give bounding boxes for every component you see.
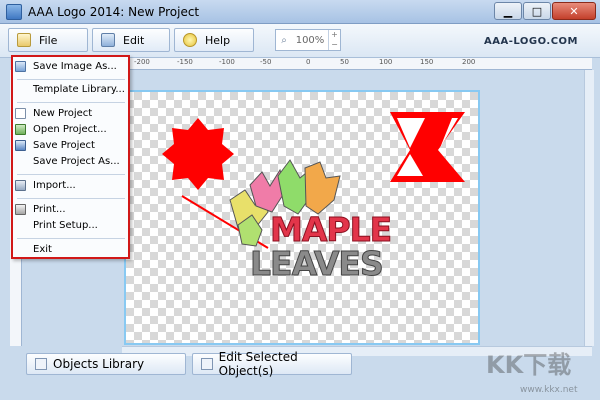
menu-separator xyxy=(17,238,125,239)
menu-separator xyxy=(17,79,125,80)
import-icon xyxy=(15,180,26,191)
menu-item-print-setup[interactable]: Print Setup... xyxy=(15,218,127,233)
watermark-url: www.kkx.net xyxy=(520,385,578,395)
open-folder-icon xyxy=(15,124,26,135)
watermark-logo: KK下载 xyxy=(486,351,572,379)
menu-item-save-image[interactable]: Save Image As... xyxy=(15,59,127,74)
file-dropdown-menu: Save Image As... Template Library... New… xyxy=(11,55,130,259)
menu-item-print[interactable]: Print... xyxy=(15,202,127,217)
menu-item-template-library[interactable]: Template Library... xyxy=(15,82,127,97)
save-disk-icon xyxy=(15,140,26,151)
logo-text-line2[interactable]: LEAVES xyxy=(250,244,385,284)
menu-item-exit[interactable]: Exit xyxy=(15,242,127,257)
menu-separator xyxy=(17,174,125,175)
edit-selected-tab[interactable]: Edit Selected Object(s) xyxy=(192,350,352,378)
new-document-icon xyxy=(15,108,26,119)
menu-item-import[interactable]: Import... xyxy=(15,178,127,193)
menu-item-open-project[interactable]: Open Project... xyxy=(15,122,127,137)
objects-library-icon xyxy=(35,358,47,370)
objects-library-tab[interactable]: Objects Library xyxy=(26,353,186,375)
objects-library-label: Objects Library xyxy=(53,357,145,371)
menu-item-save-project-as[interactable]: Save Project As... xyxy=(15,154,127,169)
save-image-icon xyxy=(15,61,26,72)
print-icon xyxy=(15,204,26,215)
edit-selected-icon xyxy=(201,358,213,370)
red-star-shape[interactable] xyxy=(162,118,234,190)
menu-separator xyxy=(17,102,125,103)
edit-selected-label: Edit Selected Object(s) xyxy=(218,350,298,378)
red-bow-shape[interactable] xyxy=(390,112,465,182)
menu-item-new-project[interactable]: New Project xyxy=(15,106,127,121)
menu-item-save-project[interactable]: Save Project xyxy=(15,138,127,153)
menu-separator xyxy=(17,198,125,199)
